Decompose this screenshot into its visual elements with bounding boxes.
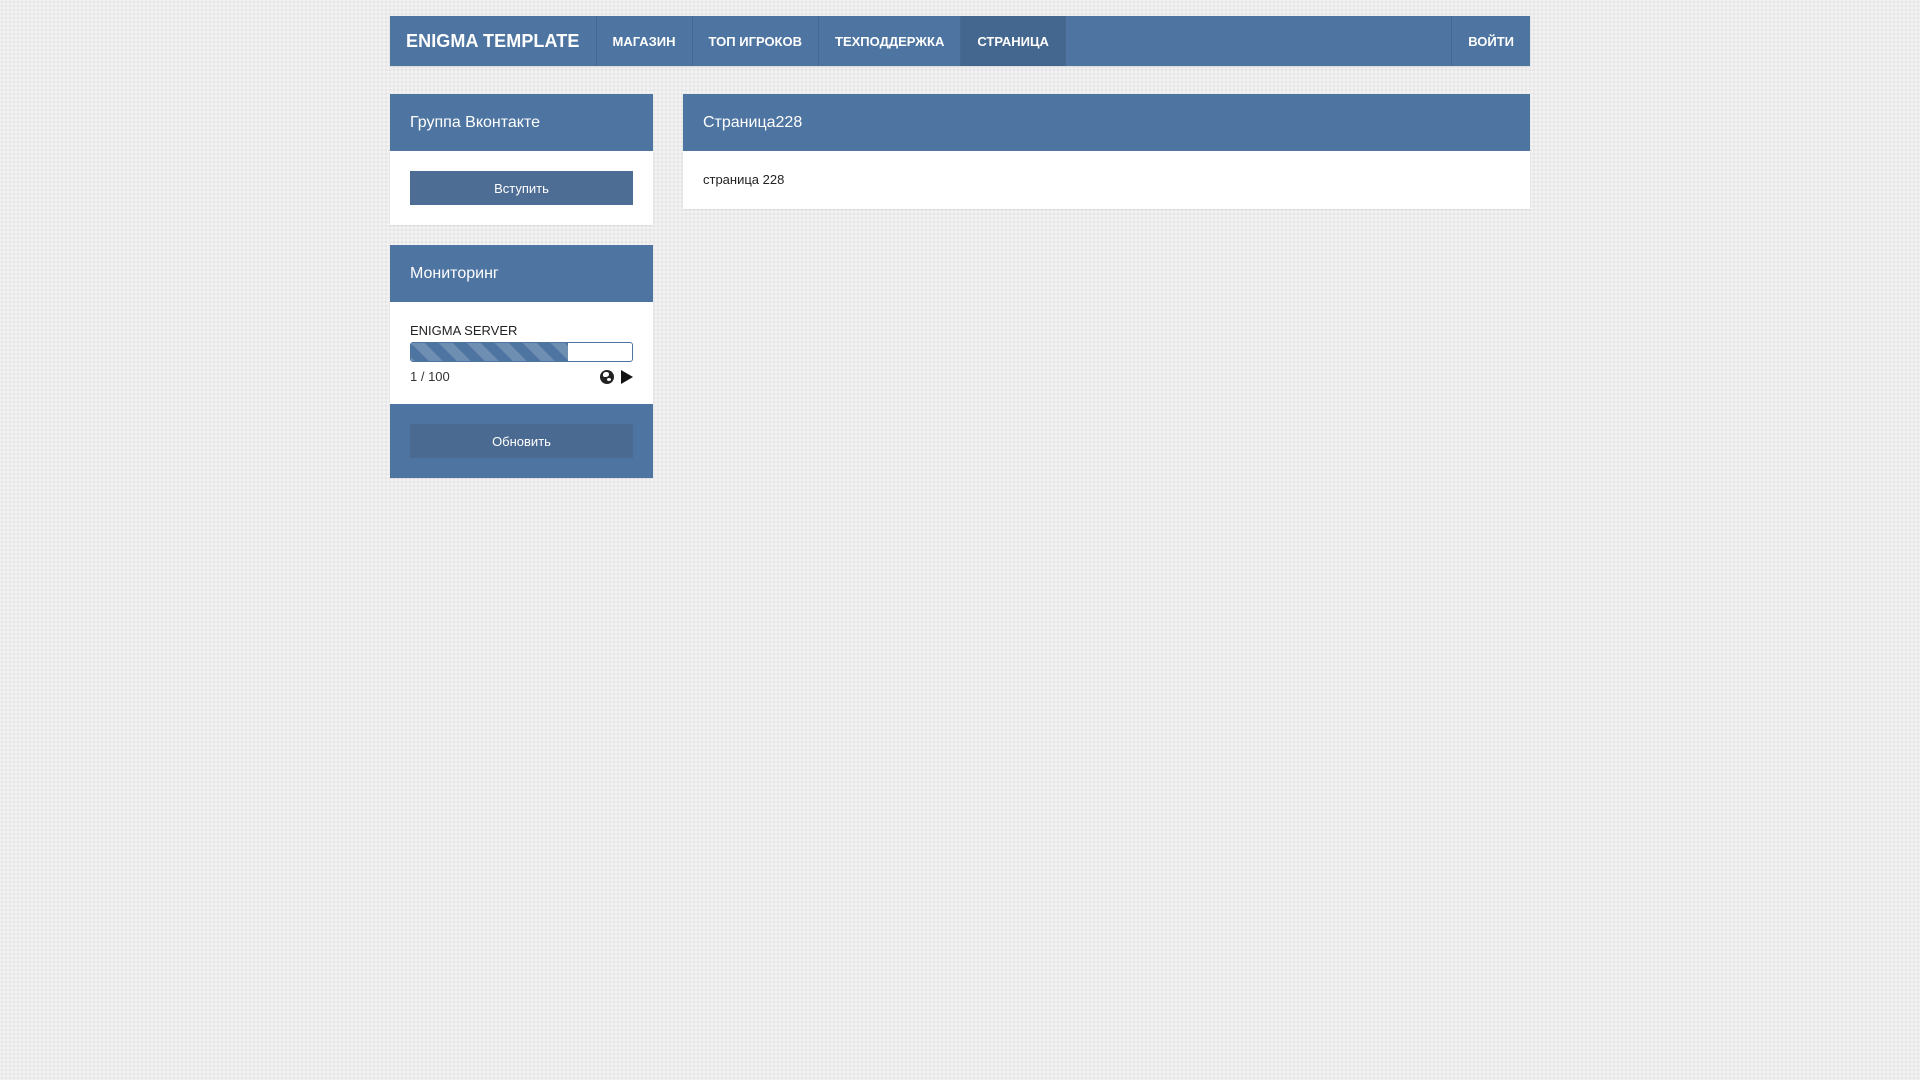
refresh-button[interactable]: Обновить — [410, 424, 633, 458]
page-panel: Страница228 страница 228 — [683, 94, 1530, 209]
login-button[interactable]: ВОЙТИ — [1451, 16, 1530, 66]
page-title: Страница228 — [683, 94, 1530, 151]
monitoring-panel-title: Мониторинг — [390, 245, 653, 302]
content-area: Группа Вконтакте Вступить Мониторинг ENI… — [390, 94, 1530, 498]
page-container: ENIGMA TEMPLATE МАГАЗИН ТОП ИГРОКОВ ТЕХП… — [390, 16, 1530, 498]
sidebar: Группа Вконтакте Вступить Мониторинг ENI… — [390, 94, 653, 498]
server-status-row: 1 / 100 — [410, 369, 633, 384]
nav-item-shop[interactable]: МАГАЗИН — [597, 16, 693, 66]
server-name: ENIGMA SERVER — [410, 323, 518, 338]
monitoring-panel-footer: Обновить — [390, 404, 653, 478]
nav-item-page[interactable]: СТРАНИЦА — [961, 16, 1066, 66]
brand-logo[interactable]: ENIGMA TEMPLATE — [390, 16, 597, 66]
nav-item-support[interactable]: ТЕХПОДДЕРЖКА — [819, 16, 962, 66]
vk-group-panel: Группа Вконтакте Вступить — [390, 94, 653, 225]
globe-icon[interactable] — [600, 369, 614, 384]
nav-item-top-players[interactable]: ТОП ИГРОКОВ — [693, 16, 819, 66]
top-navbar: ENIGMA TEMPLATE МАГАЗИН ТОП ИГРОКОВ ТЕХП… — [390, 16, 1530, 66]
vk-panel-body: Вступить — [390, 151, 653, 225]
player-count: 1 / 100 — [410, 369, 450, 384]
monitoring-panel: Мониторинг ENIGMA SERVER 1 / 100 Обновит… — [390, 245, 653, 478]
play-icon[interactable] — [621, 369, 633, 384]
vk-panel-title: Группа Вконтакте — [390, 94, 653, 151]
server-load-progress — [410, 342, 633, 362]
monitoring-panel-body: ENIGMA SERVER 1 / 100 — [390, 302, 653, 404]
page-body-text: страница 228 — [703, 172, 785, 187]
server-load-progress-fill — [411, 343, 568, 361]
join-button[interactable]: Вступить — [410, 171, 633, 205]
main-content: Страница228 страница 228 — [683, 94, 1530, 498]
